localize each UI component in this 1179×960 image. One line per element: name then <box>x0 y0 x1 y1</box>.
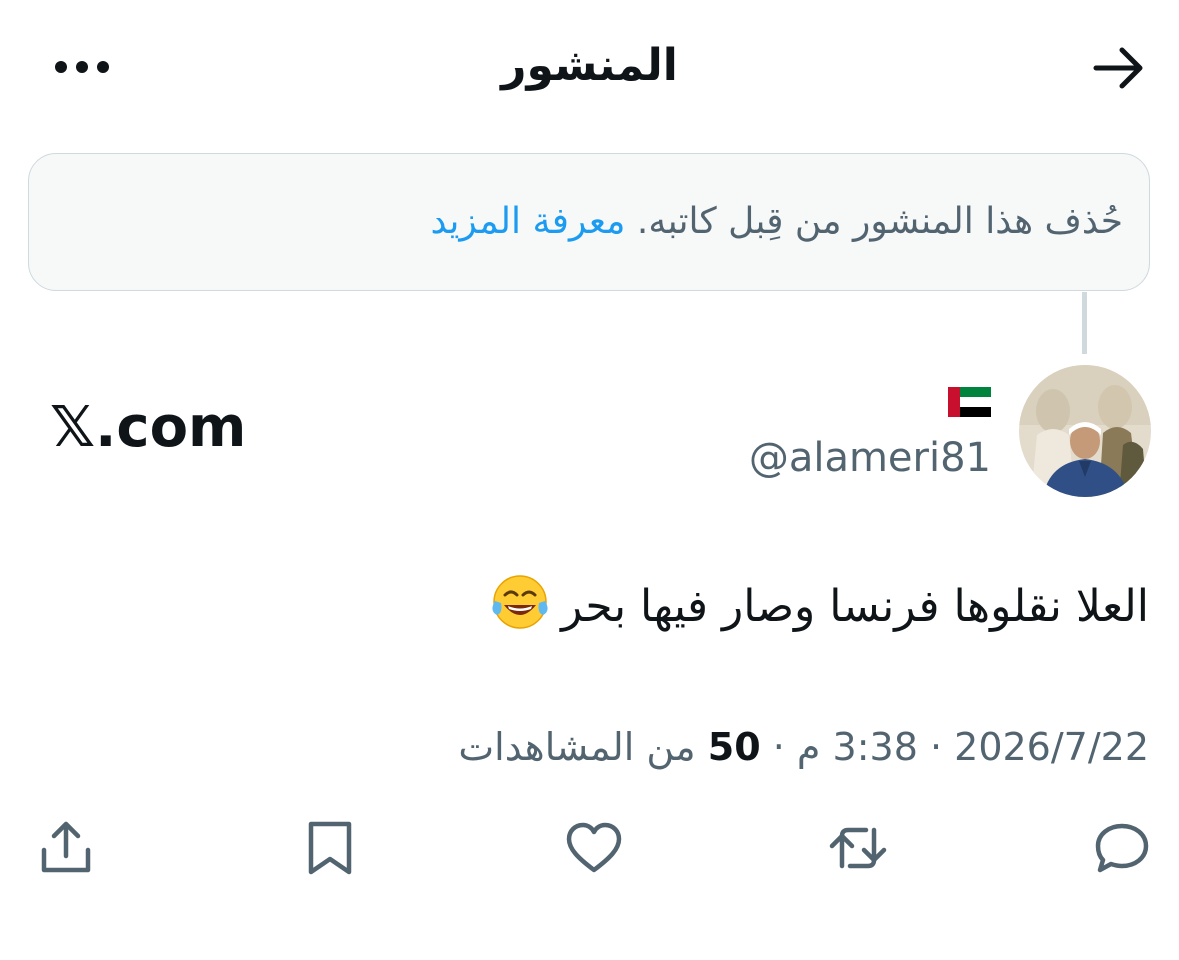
post-time: 3:38 م <box>796 725 918 769</box>
heart-icon <box>566 822 622 873</box>
like-button[interactable] <box>564 818 624 878</box>
bookmark-icon <box>308 821 352 875</box>
notice-text-line: حُذف هذا المنشور من قِبل كاتبه. معرفة ال… <box>430 198 1123 246</box>
meta-separator: · <box>929 725 943 769</box>
watermark-logo: 𝕏.com <box>50 395 247 460</box>
repost-button[interactable] <box>828 818 888 878</box>
learn-more-link[interactable]: معرفة المزيد <box>430 201 625 242</box>
share-icon <box>41 821 91 873</box>
notice-message: حُذف هذا المنشور من قِبل كاتبه. <box>636 201 1123 242</box>
back-button[interactable] <box>1086 36 1150 100</box>
meta-separator: · <box>772 725 785 769</box>
share-button[interactable] <box>36 818 96 878</box>
post-meta: 2026/7/22 · 3:38 م · 50 من المشاهدات <box>458 720 1149 774</box>
post-body: العلا نقلوها فرنسا وصار فيها بحر <box>561 581 1149 632</box>
uae-flag-icon <box>948 387 991 417</box>
avatar[interactable] <box>1019 365 1151 497</box>
post-text: العلا نقلوها فرنسا وصار فيها بحر <box>491 573 1149 639</box>
arrow-right-icon <box>1093 47 1143 89</box>
thread-connector-line <box>1082 292 1087 354</box>
author-handle[interactable]: @alameri81 <box>749 430 991 486</box>
page-title: المنشور <box>501 40 678 91</box>
reply-icon <box>1095 823 1149 873</box>
views-label: من المشاهدات <box>458 725 696 769</box>
face-with-tears-of-joy-icon <box>492 575 548 629</box>
deleted-post-notice: حُذف هذا المنشور من قِبل كاتبه. معرفة ال… <box>28 153 1150 291</box>
avatar-photo <box>1019 365 1151 497</box>
reply-button[interactable] <box>1092 818 1152 878</box>
repost-icon <box>829 827 887 869</box>
views-count: 50 <box>707 725 761 769</box>
bookmark-button[interactable] <box>300 818 360 878</box>
post-date: 2026/7/22 <box>954 725 1149 769</box>
